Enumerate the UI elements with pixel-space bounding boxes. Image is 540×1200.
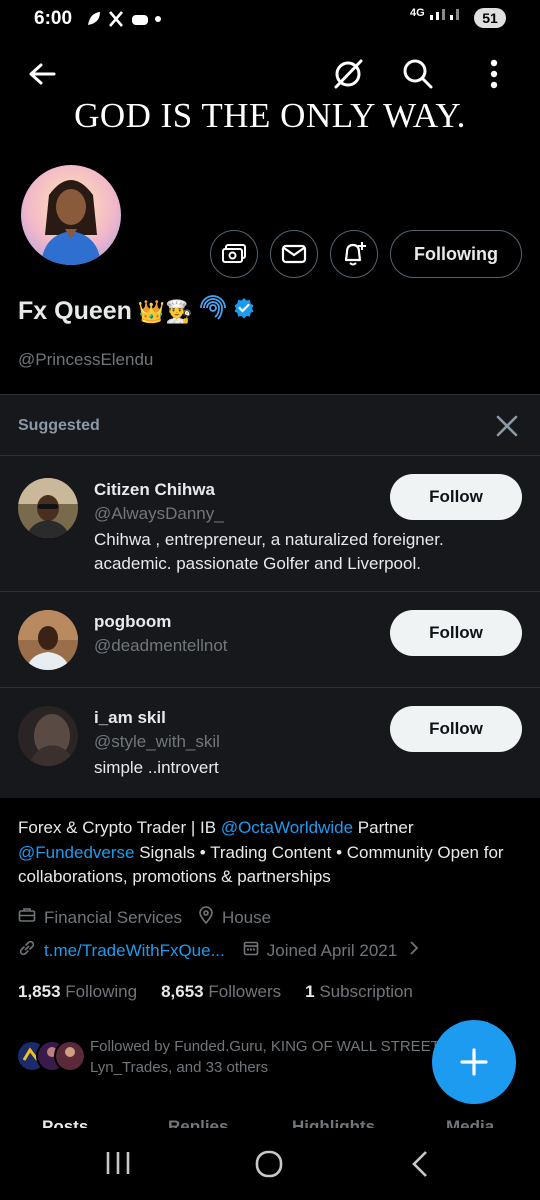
subscribe-money-icon-button[interactable] [210, 230, 258, 278]
avatar [18, 478, 78, 538]
avatar [18, 706, 78, 766]
chevron-right-icon[interactable] [409, 940, 419, 961]
calendar-icon [243, 940, 259, 961]
suggested-user-name: i_am skil [94, 708, 166, 727]
compose-post-button[interactable] [432, 1020, 516, 1104]
suggested-user-handle: @deadmentellnot [94, 636, 228, 655]
follow-button[interactable]: Follow [390, 610, 522, 656]
bio-text: Partner [353, 818, 414, 837]
profile-location: House [221, 907, 272, 927]
bio-mention-link[interactable]: @Fundedverse [18, 843, 135, 862]
subscription-count: 1 [305, 982, 315, 1001]
fingerprint-icon [199, 294, 227, 329]
status-bar: 6:00 4G 51 [0, 0, 540, 40]
briefcase-icon [18, 907, 36, 928]
profile-stats: 1,853 Following 8,653 Followers 1 Subscr… [18, 982, 413, 1002]
display-name-text: Fx Queen [18, 297, 132, 325]
plus-icon [460, 1048, 488, 1076]
followed-by-text[interactable]: Followed by Funded.Guru, KING OF WALL ST… [90, 1036, 450, 1078]
grok-icon[interactable] [326, 52, 370, 96]
profile-category: Financial Services [44, 907, 182, 927]
verified-badge-icon [233, 297, 255, 326]
suggested-panel: Suggested Citizen Chihwa @AlwaysDanny_ C… [0, 394, 540, 798]
suggested-user-name: Citizen Chihwa [94, 480, 215, 499]
followed-by-avatars[interactable] [16, 1038, 86, 1074]
profile-website-link[interactable]: t.me/TradeWithFxQue... [44, 941, 225, 961]
notification-bell-icon-button[interactable] [330, 230, 378, 278]
search-icon[interactable] [396, 52, 440, 96]
bio-text: Forex & Crypto Trader | IB [18, 818, 221, 837]
header-banner-text: GOD IS THE ONLY WAY. [74, 96, 466, 135]
battery-indicator: 51 [474, 8, 506, 28]
bio-mention-link[interactable]: @OctaWorldwide [221, 818, 353, 837]
home-icon[interactable] [254, 1150, 284, 1183]
suggested-user-row[interactable]: Citizen Chihwa @AlwaysDanny_ Chihwa , en… [0, 455, 540, 591]
subscription-count-link[interactable]: 1 Subscription [305, 982, 413, 1002]
following-button[interactable]: Following [390, 230, 522, 278]
profile-display-name: Fx Queen 👑👨‍🍳 [18, 294, 255, 329]
suggested-user-bio: simple ..introvert [94, 758, 219, 777]
close-icon[interactable] [490, 409, 524, 443]
followers-count: 8,653 [161, 982, 204, 1001]
suggested-user-handle: @style_with_skil [94, 732, 220, 751]
profile-bio: Forex & Crypto Trader | IB @OctaWorldwid… [18, 816, 524, 890]
suggested-user-name: pogboom [94, 612, 172, 631]
back-arrow-icon[interactable] [20, 52, 64, 96]
following-count: 1,853 [18, 982, 61, 1001]
display-name-emojis: 👑👨‍🍳 [137, 298, 193, 324]
network-indicator: 4G [410, 6, 464, 23]
location-pin-icon [198, 906, 214, 929]
profile-meta-row: t.me/TradeWithFxQue... Joined April 2021 [18, 939, 419, 962]
message-icon-button[interactable] [270, 230, 318, 278]
subscription-label: Subscription [319, 982, 413, 1001]
followers-label: Followers [208, 982, 282, 1001]
recent-apps-icon[interactable] [104, 1150, 132, 1181]
profile-meta-row: Financial Services House [18, 906, 271, 929]
avatar [18, 610, 78, 670]
suggested-user-bio: Chihwa , entrepreneur, a naturalized for… [94, 530, 444, 573]
suggested-title: Suggested [18, 417, 100, 434]
suggested-user-row[interactable]: pogboom @deadmentellnot Follow [0, 591, 540, 687]
link-icon [18, 939, 36, 962]
profile-joined-date: Joined April 2021 [266, 940, 398, 960]
back-icon[interactable] [410, 1150, 430, 1183]
follow-button[interactable]: Follow [390, 706, 522, 752]
suggested-user-handle: @AlwaysDanny_ [94, 504, 224, 523]
follow-button[interactable]: Follow [390, 474, 522, 520]
profile-handle: @PrincessElendu [18, 350, 154, 369]
suggested-user-row[interactable]: i_am skil @style_with_skil simple ..intr… [0, 687, 540, 799]
followers-count-link[interactable]: 8,653 Followers [161, 982, 281, 1002]
more-options-icon[interactable] [472, 52, 516, 96]
profile-avatar[interactable] [18, 162, 124, 268]
status-notification-icons [86, 9, 176, 34]
status-time: 6:00 [34, 8, 73, 29]
following-label: Following [65, 982, 138, 1001]
system-navigation-bar [0, 1128, 540, 1200]
following-count-link[interactable]: 1,853 Following [18, 982, 137, 1002]
